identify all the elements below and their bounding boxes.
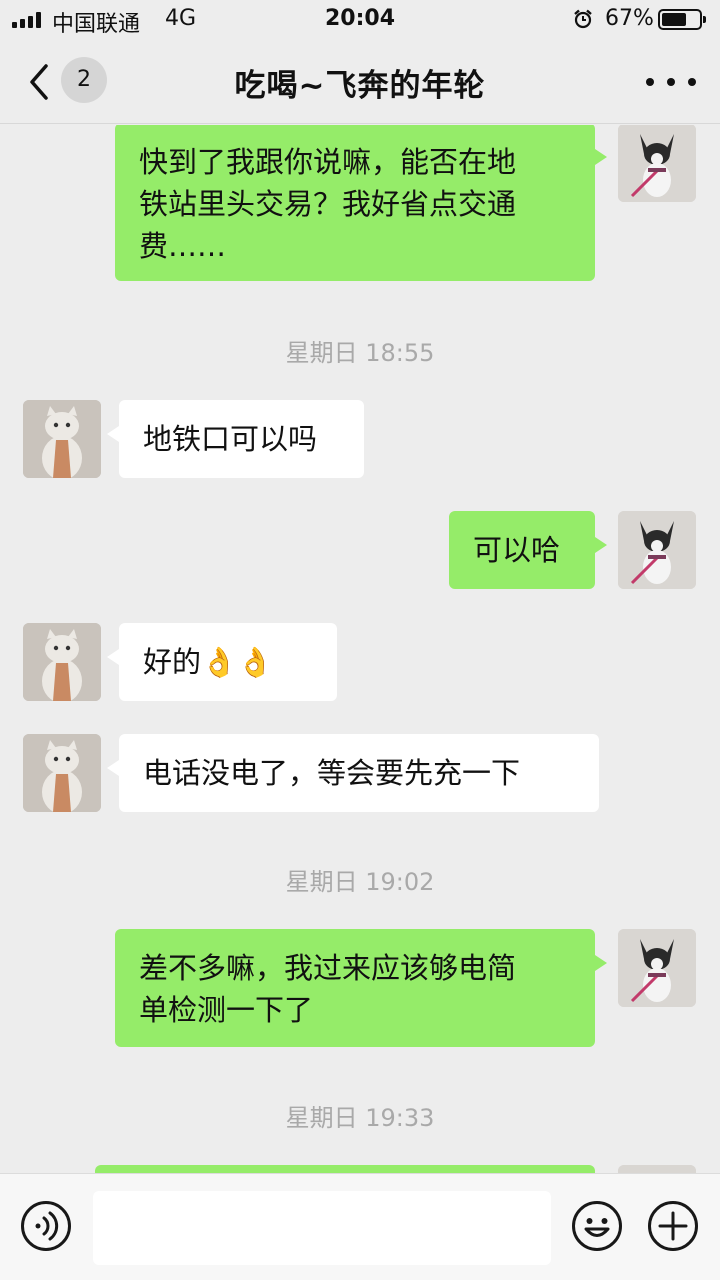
chat-title: 吃喝~飞奔的年轮 — [234, 68, 486, 104]
message-timestamp: 星期日 19:02 — [285, 868, 435, 896]
self-avatar[interactable] — [618, 511, 696, 589]
battery-percent: 67% — [605, 6, 654, 31]
self-avatar[interactable] — [618, 1165, 696, 1173]
contact-avatar[interactable] — [23, 400, 101, 478]
more-dot-icon — [688, 78, 696, 86]
voice-input-button[interactable] — [20, 1200, 72, 1252]
more-options-button[interactable] — [646, 70, 696, 94]
cat-avatar-image — [23, 400, 101, 478]
dog-avatar-image — [618, 1165, 696, 1173]
battery-icon — [658, 9, 706, 30]
self-avatar[interactable] — [618, 929, 696, 1007]
input-bar — [0, 1173, 720, 1280]
message-input[interactable] — [93, 1191, 551, 1265]
more-dot-icon — [646, 78, 654, 86]
chat-header: 2 吃喝~飞奔的年轮 — [0, 40, 720, 124]
message-timestamp: 星期日 19:33 — [285, 1104, 435, 1132]
add-attachment-button[interactable] — [647, 1200, 699, 1252]
status-bar: 中国联通 4G 20:04 67% — [0, 0, 720, 40]
message-bubble-incoming[interactable]: 好的👌👌 — [107, 623, 337, 701]
alarm-icon — [574, 9, 592, 29]
self-avatar[interactable] — [618, 125, 696, 202]
message-bubble-incoming[interactable]: 地铁口可以吗 — [107, 400, 364, 478]
message-bubble-outgoing[interactable]: 快到了我跟你说嘛，能否在地 铁站里头交易？我好省点交通 费…… — [115, 125, 607, 281]
dog-avatar-image — [618, 511, 696, 589]
cat-avatar-image — [23, 623, 101, 701]
message-list[interactable]: 快到了我跟你说嘛，能否在地 铁站里头交易？我好省点交通 费…… 星期日 18:5… — [0, 125, 720, 1173]
emoji-button[interactable] — [571, 1200, 623, 1252]
dog-avatar-image — [618, 125, 696, 202]
contact-avatar[interactable] — [23, 734, 101, 812]
message-bubble-outgoing-partial[interactable] — [95, 1165, 595, 1173]
message-bubble-outgoing[interactable]: 可以哈 — [449, 511, 607, 589]
dog-avatar-image — [618, 929, 696, 1007]
more-dot-icon — [667, 78, 675, 86]
message-bubble-incoming[interactable]: 电话没电了，等会要先充一下 — [107, 734, 599, 812]
message-timestamp: 星期日 18:55 — [285, 339, 435, 367]
cat-avatar-image — [23, 734, 101, 812]
message-bubble-outgoing[interactable]: 差不多嘛，我过来应该够电简 单检测一下了 — [115, 929, 607, 1047]
contact-avatar[interactable] — [23, 623, 101, 701]
